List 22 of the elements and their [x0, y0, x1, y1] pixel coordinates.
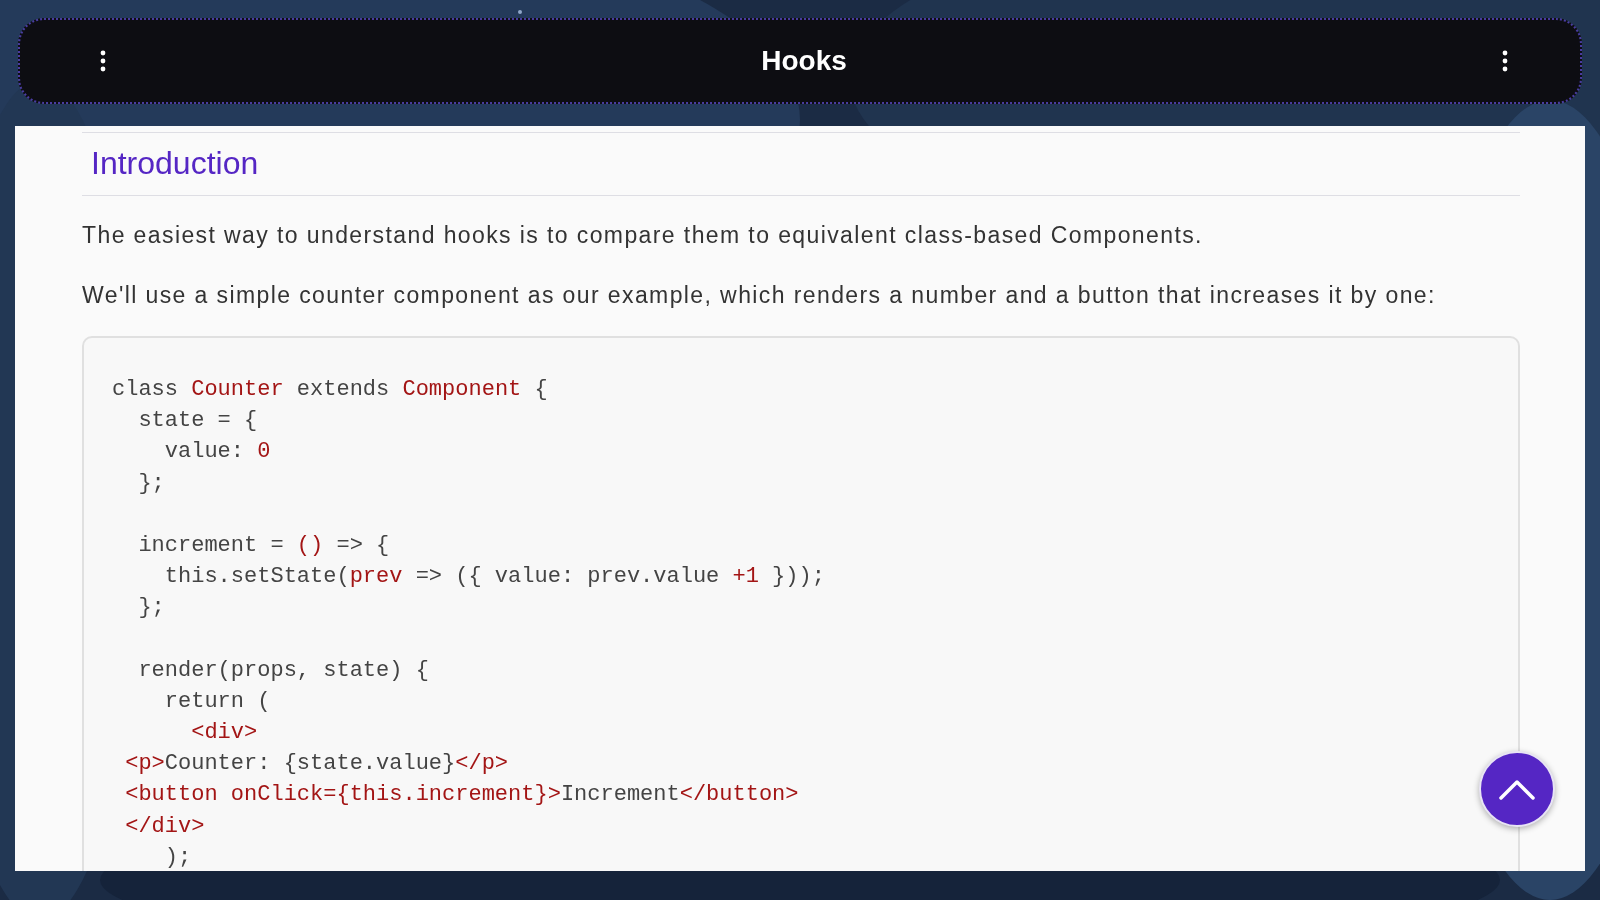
- code-line: class Counter extends Component {: [112, 376, 548, 404]
- chevron-up-icon: [1497, 777, 1537, 801]
- code-line: </div>: [124, 812, 205, 841]
- more-options-icon[interactable]: [1502, 50, 1508, 72]
- menu-icon[interactable]: [100, 50, 106, 72]
- code-line: <div>: [190, 719, 258, 748]
- code-line: return (: [163, 687, 271, 716]
- scroll-to-top-button[interactable]: [1479, 751, 1555, 827]
- code-line: };: [137, 469, 165, 498]
- code-line: <button onClick={this.increment}>Increment</button>: [124, 781, 799, 810]
- code-line: state = {: [137, 407, 258, 436]
- section-heading: Introduction: [90, 144, 260, 183]
- code-line: increment = () => {: [137, 531, 390, 560]
- code-line: value: 0: [163, 438, 271, 467]
- code-line: <p>Counter: {state.value}</p>: [124, 750, 509, 779]
- code-line: this.setState(prev => ({ value: prev.value +1 }));: [163, 563, 825, 592]
- code-line: );: [163, 843, 192, 871]
- page-title: Hooks: [761, 45, 847, 77]
- code-line: render(props, state) {: [137, 656, 429, 685]
- code-line: };: [137, 594, 165, 623]
- paragraph: The easiest way to understand hooks is to compare them to equivalent class-based Components.: [82, 221, 1204, 250]
- paragraph: We'll use a simple counter component as our example, which renders a number and a button that increases it by one:: [82, 281, 1437, 310]
